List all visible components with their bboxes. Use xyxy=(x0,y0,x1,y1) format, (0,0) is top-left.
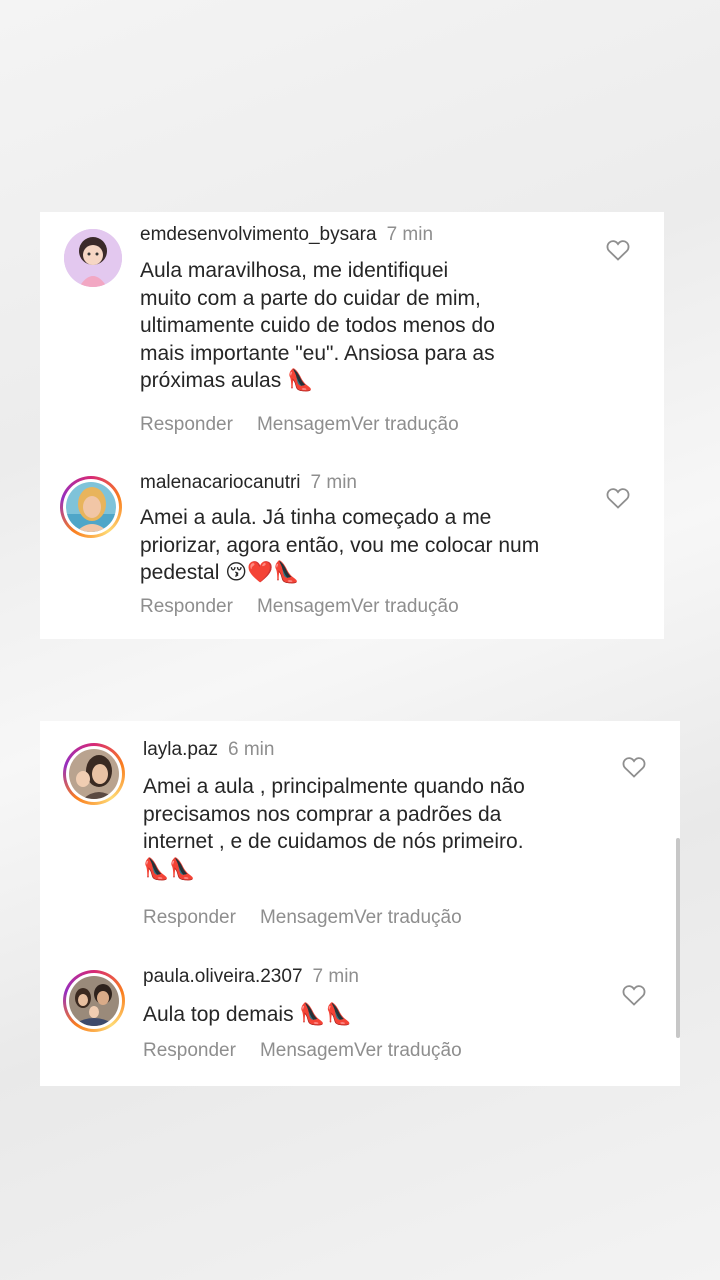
comment-text: Aula top demais 👠👠 xyxy=(143,1003,352,1026)
comment-text: Amei a aula. Já tinha começado a me prio… xyxy=(140,506,540,584)
avatar-story-ring[interactable] xyxy=(60,476,122,538)
comment-item: paula.oliveira.2307 7 min Aula top demais… xyxy=(40,961,680,1086)
heart-outline-icon[interactable] xyxy=(622,984,646,1006)
comment-text: Amei a aula , principalmente quando não … xyxy=(143,775,525,881)
comment-username[interactable]: malenacariocanutri 7 min xyxy=(140,472,357,494)
avatar[interactable] xyxy=(64,229,122,287)
scrollbar[interactable] xyxy=(676,838,680,1038)
comment-actions: Responder MensagemVer tradução xyxy=(143,907,462,929)
username-text[interactable]: emdesenvolvimento_bysara xyxy=(140,224,377,245)
reply-button[interactable]: Responder xyxy=(143,907,236,929)
comment-text: Aula maravilhosa, me identifiquei muito … xyxy=(140,259,495,392)
heart-outline-icon[interactable] xyxy=(606,239,630,261)
translate-button[interactable]: Ver tradução xyxy=(351,414,459,436)
translate-button[interactable]: Ver tradução xyxy=(354,907,462,929)
avatar-photo xyxy=(69,976,119,1026)
avatar-photo xyxy=(66,482,116,532)
comments-card-top: emdesenvolvimento_bysara 7 min Aula marav… xyxy=(40,212,664,639)
reply-button[interactable]: Responder xyxy=(140,414,233,436)
reply-button[interactable]: Responder xyxy=(143,1040,236,1062)
comment-item: emdesenvolvimento_bysara 7 min Aula marav… xyxy=(40,212,664,452)
translate-button[interactable]: Ver tradução xyxy=(354,1040,462,1062)
username-text[interactable]: layla.paz xyxy=(143,739,218,760)
comment-item: layla.paz 6 min Amei a aula , principalme… xyxy=(40,721,680,953)
comment-actions: Responder MensagemVer tradução xyxy=(140,596,459,618)
comment-item: malenacariocanutri 7 min Amei a aula. Já … xyxy=(40,462,664,639)
avatar-cartoon-girl xyxy=(64,229,122,287)
translate-button[interactable]: Ver tradução xyxy=(351,596,459,618)
heart-outline-icon[interactable] xyxy=(622,756,646,778)
comment-time: 7 min xyxy=(312,966,359,987)
reply-button[interactable]: Responder xyxy=(140,596,233,618)
comment-username[interactable]: paula.oliveira.2307 7 min xyxy=(143,966,359,988)
username-text[interactable]: paula.oliveira.2307 xyxy=(143,966,303,987)
comment-time: 6 min xyxy=(228,739,275,760)
avatar-story-ring[interactable] xyxy=(63,970,125,1032)
message-button[interactable]: Mensagem xyxy=(260,907,354,929)
message-button[interactable]: Mensagem xyxy=(257,414,351,436)
comments-card-bottom: layla.paz 6 min Amei a aula , principalme… xyxy=(40,721,680,1086)
comment-actions: Responder MensagemVer tradução xyxy=(143,1040,462,1062)
message-button[interactable]: Mensagem xyxy=(260,1040,354,1062)
heart-outline-icon[interactable] xyxy=(606,487,630,509)
avatar-story-ring[interactable] xyxy=(63,743,125,805)
comment-actions: Responder MensagemVer tradução xyxy=(140,414,459,436)
comment-time: 7 min xyxy=(310,472,357,493)
username-text[interactable]: malenacariocanutri xyxy=(140,472,301,493)
comment-time: 7 min xyxy=(386,224,434,245)
comment-username[interactable]: layla.paz 6 min xyxy=(143,739,274,761)
comment-username[interactable]: emdesenvolvimento_bysara 7 min xyxy=(140,224,433,246)
message-button[interactable]: Mensagem xyxy=(257,596,351,618)
avatar-photo xyxy=(69,749,119,799)
